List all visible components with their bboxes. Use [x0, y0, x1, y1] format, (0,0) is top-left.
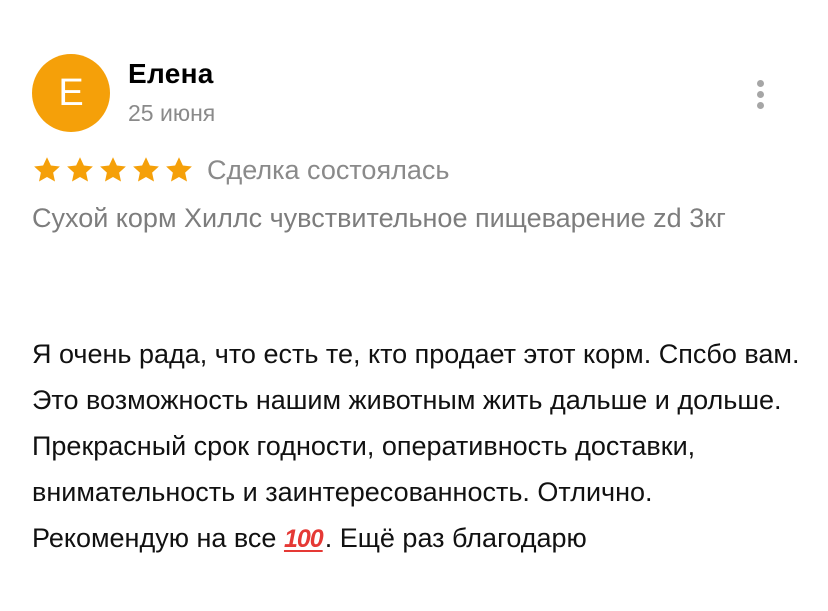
star-icon: [133, 157, 159, 182]
star-icon: [34, 157, 60, 182]
star-icon: [100, 157, 126, 182]
avatar[interactable]: E: [32, 54, 110, 132]
author-name[interactable]: Елена: [128, 58, 214, 90]
review-body: Я очень рада, что есть те, кто продает э…: [32, 339, 800, 553]
deal-status: Сделка состоялась: [207, 154, 450, 185]
avatar-letter: E: [58, 72, 84, 114]
product-name[interactable]: Сухой корм Хиллс чувствительное пищеваре…: [32, 198, 802, 238]
review-text: Я очень рада, что есть те, кто продает э…: [32, 331, 812, 562]
review-body-end: . Ещё раз благодарю: [324, 523, 587, 553]
star-icon: [67, 157, 93, 182]
hundred-points-icon: 100: [283, 525, 324, 553]
review-card: E Елена 25 июня Сделка состоялась Сухой …: [0, 0, 828, 611]
star-rating: [32, 155, 197, 185]
star-icon: [166, 157, 192, 182]
rating-row: Сделка состоялась: [32, 150, 449, 190]
more-options-button[interactable]: [748, 76, 772, 112]
review-date: 25 июня: [128, 100, 216, 126]
